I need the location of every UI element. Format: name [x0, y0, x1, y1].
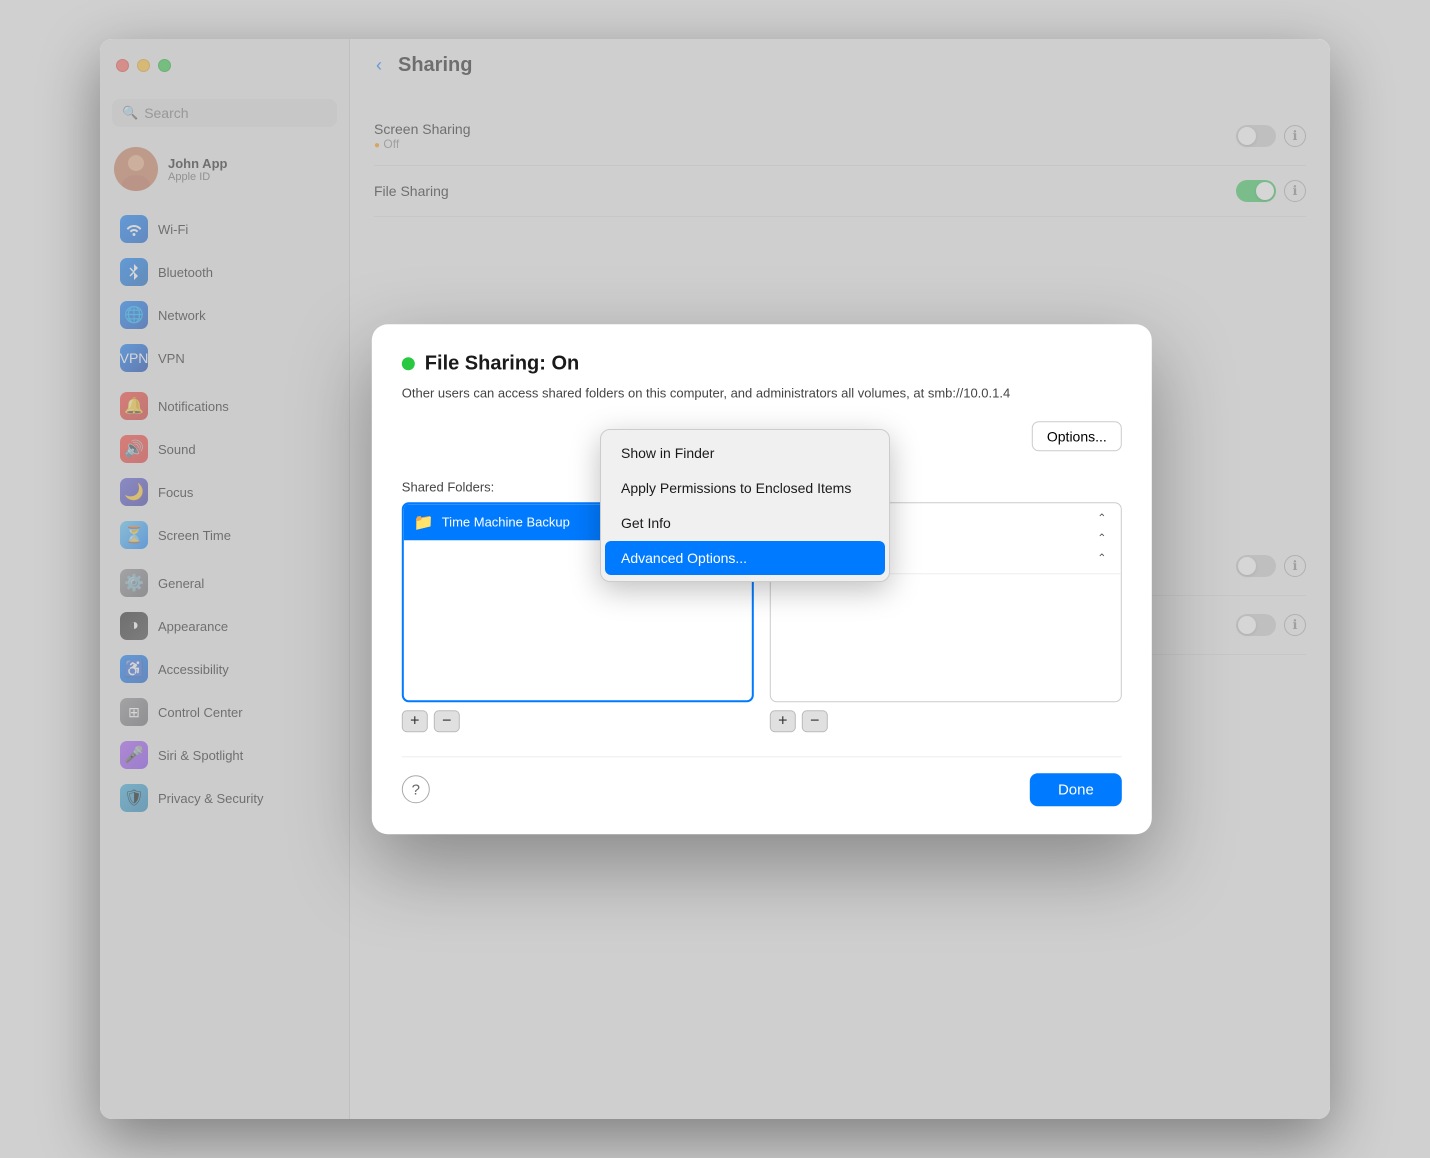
stepper-up[interactable]: ⌃	[1093, 509, 1111, 527]
add-user-button[interactable]: +	[770, 710, 796, 732]
context-menu-item-apply-perms[interactable]: Apply Permissions to Enclosed Items	[605, 471, 885, 505]
context-menu: Show in Finder Apply Permissions to Encl…	[600, 429, 890, 582]
file-sharing-status-dot	[402, 357, 415, 370]
modal-title: File Sharing: On	[425, 352, 579, 375]
context-menu-item-show-finder[interactable]: Show in Finder	[605, 436, 885, 470]
context-menu-item-advanced-options[interactable]: Advanced Options...	[605, 541, 885, 575]
main-window: 🔍 John App Apple ID Wi-Fi	[100, 39, 1330, 1119]
folder-icon-tmb: 📁	[414, 512, 434, 532]
user-buttons: + −	[770, 710, 1122, 732]
stepper-down[interactable]: ⌃	[1093, 549, 1111, 567]
help-button[interactable]: ?	[402, 775, 430, 803]
modal-footer: ? Done	[402, 756, 1122, 806]
remove-user-button[interactable]: −	[802, 710, 828, 732]
modal-header: File Sharing: On	[402, 352, 1122, 375]
done-button[interactable]: Done	[1030, 773, 1122, 806]
remove-folder-button[interactable]: −	[434, 710, 460, 732]
folder-buttons: + −	[402, 710, 754, 732]
modal-description: Other users can access shared folders on…	[402, 383, 1122, 403]
context-menu-item-get-info[interactable]: Get Info	[605, 506, 885, 540]
stepper-controls: ⌃ ⌃ ⌃	[1093, 509, 1111, 567]
stepper-mid[interactable]: ⌃	[1093, 529, 1111, 547]
add-folder-button[interactable]: +	[402, 710, 428, 732]
options-button[interactable]: Options...	[1032, 421, 1122, 451]
folder-name-tmb: Time Machine Backup	[442, 514, 570, 529]
